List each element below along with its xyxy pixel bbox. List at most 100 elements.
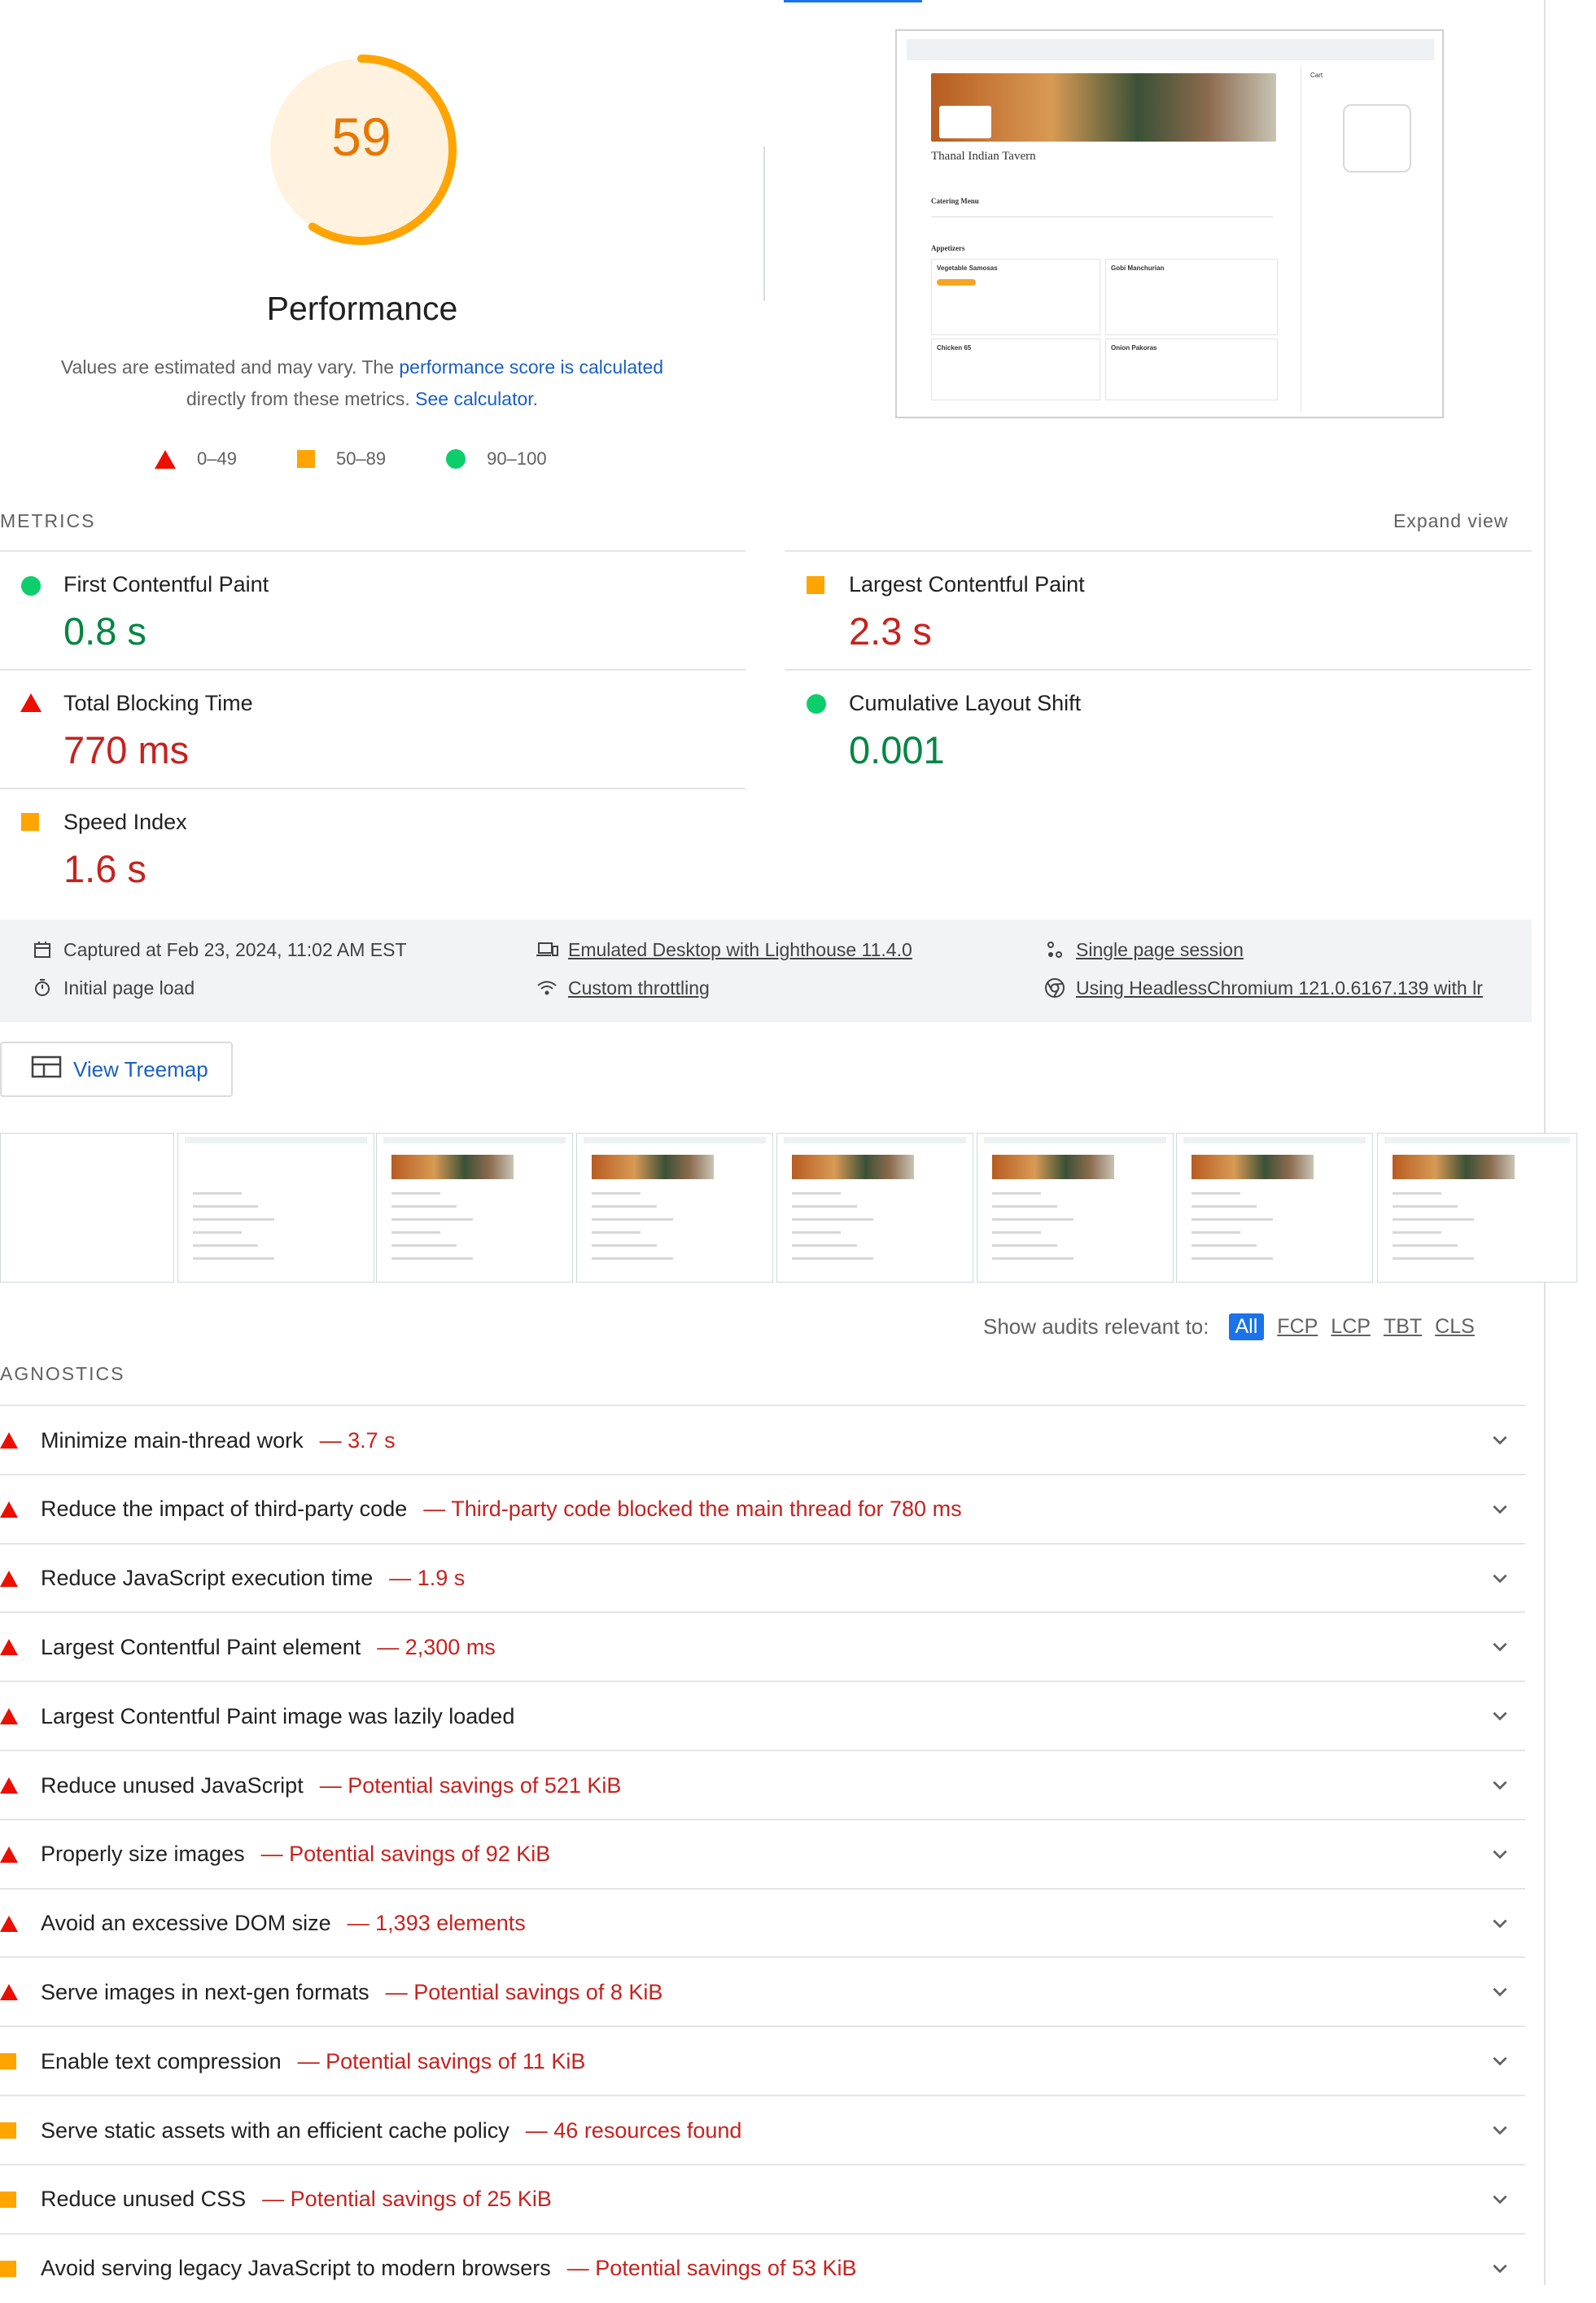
frame-text-line bbox=[193, 1244, 258, 1247]
frame-text-line bbox=[992, 1205, 1057, 1208]
frame-text-line bbox=[1393, 1231, 1441, 1234]
average-square-icon bbox=[807, 576, 824, 594]
frame-header bbox=[185, 1137, 367, 1143]
frame-text-line bbox=[391, 1218, 473, 1221]
chevron-down-icon[interactable] bbox=[1489, 1429, 1511, 1450]
chevron-down-icon[interactable] bbox=[1489, 1705, 1511, 1726]
frame-header bbox=[1384, 1137, 1570, 1143]
initial-page-load: Initial page load bbox=[31, 977, 195, 999]
active-tab-indicator bbox=[784, 0, 922, 2]
fail-triangle-icon bbox=[0, 1984, 18, 2001]
browser-version-text[interactable]: Using HeadlessChromium 121.0.6167.139 wi… bbox=[1076, 977, 1483, 999]
audit-detail: — Potential savings of 521 KiB bbox=[319, 1772, 622, 1798]
frame-text-line bbox=[193, 1205, 258, 1208]
frame-text-line bbox=[193, 1218, 274, 1221]
audit-filter-label: Show audits relevant to: bbox=[983, 1313, 1209, 1339]
audit-row[interactable]: Serve static assets with an efficient ca… bbox=[0, 2095, 1525, 2165]
custom-throttling-text[interactable]: Custom throttling bbox=[568, 977, 710, 999]
chevron-down-icon[interactable] bbox=[1489, 1567, 1511, 1589]
view-treemap-label[interactable]: View Treemap bbox=[73, 1057, 208, 1082]
audit-row[interactable]: Reduce unused CSS — Potential savings of … bbox=[0, 2163, 1525, 2234]
single-page-session[interactable]: Single page session bbox=[1043, 938, 1244, 961]
frame-text-line bbox=[1393, 1218, 1474, 1221]
chevron-down-icon[interactable] bbox=[1489, 1774, 1511, 1795]
metrics-divider bbox=[0, 550, 746, 552]
filter-fcp[interactable]: FCP bbox=[1277, 1315, 1318, 1339]
audit-detail: — Potential savings of 8 KiB bbox=[385, 1979, 663, 2004]
frame-hero-image bbox=[792, 1155, 914, 1179]
chevron-down-icon[interactable] bbox=[1489, 2257, 1511, 2279]
audit-row[interactable]: Properly size images — Potential savings … bbox=[0, 1818, 1525, 1889]
fcp-name: First Contentful Paint bbox=[63, 572, 269, 597]
timer-icon bbox=[31, 977, 54, 999]
frame-text-line bbox=[1192, 1231, 1240, 1234]
audit-row[interactable]: Avoid an excessive DOM size — 1,393 eleme… bbox=[0, 1887, 1525, 1958]
audit-row[interactable]: Reduce unused JavaScript — Potential savi… bbox=[0, 1750, 1525, 1820]
frame-hero-image bbox=[391, 1155, 514, 1179]
emulated-desktop-text[interactable]: Emulated Desktop with Lighthouse 11.4.0 bbox=[568, 939, 912, 961]
chevron-down-icon[interactable] bbox=[1489, 1912, 1511, 1934]
final-screenshot-thumbnail[interactable]: Thanal Indian Tavern Catering Menu Appet… bbox=[895, 29, 1444, 418]
audit-row[interactable]: Largest Contentful Paint image was lazil… bbox=[0, 1680, 1525, 1750]
audit-row[interactable]: Largest Contentful Paint element — 2,300 … bbox=[0, 1611, 1525, 1681]
expand-view-toggle[interactable]: Expand view bbox=[1393, 510, 1508, 532]
frame-text-line bbox=[992, 1244, 1057, 1247]
filter-all-chip[interactable]: All bbox=[1228, 1313, 1265, 1340]
audit-row[interactable]: Reduce the impact of third-party code — T… bbox=[0, 1473, 1525, 1544]
frame-text-line bbox=[193, 1257, 274, 1260]
calendar-icon bbox=[31, 938, 54, 961]
view-treemap-button[interactable]: View Treemap bbox=[0, 1042, 233, 1097]
chevron-down-icon[interactable] bbox=[1489, 1981, 1511, 2002]
see-calculator-link[interactable]: See calculator. bbox=[415, 388, 538, 409]
thumb-item-name: Gobi Manchurian bbox=[1111, 264, 1165, 272]
emulated-desktop[interactable]: Emulated Desktop with Lighthouse 11.4.0 bbox=[536, 938, 912, 961]
chevron-down-icon[interactable] bbox=[1489, 1636, 1511, 1657]
custom-throttling[interactable]: Custom throttling bbox=[536, 977, 710, 999]
fail-triangle-icon bbox=[0, 1846, 18, 1863]
audit-title: Reduce unused JavaScript bbox=[41, 1772, 304, 1798]
average-square-icon bbox=[21, 813, 39, 831]
audit-row[interactable]: Avoid serving legacy JavaScript to moder… bbox=[0, 2232, 1525, 2303]
thumb-item-name: Vegetable Samosas bbox=[937, 264, 998, 272]
tbt-value: 770 ms bbox=[63, 728, 190, 771]
browser-version[interactable]: Using HeadlessChromium 121.0.6167.139 wi… bbox=[1043, 977, 1483, 999]
audit-detail: — 1,393 elements bbox=[347, 1911, 526, 1936]
audit-row[interactable]: Reduce JavaScript execution time — 1.9 s bbox=[0, 1542, 1525, 1613]
chevron-down-icon[interactable] bbox=[1489, 2119, 1511, 2140]
filmstrip-frame-blank bbox=[0, 1133, 174, 1283]
performance-score: 59 bbox=[331, 107, 391, 167]
audit-row[interactable]: Enable text compression — Potential savin… bbox=[0, 2026, 1525, 2095]
average-square-icon bbox=[0, 2260, 18, 2277]
metrics-divider bbox=[785, 550, 1532, 552]
cls-value: 0.001 bbox=[849, 728, 945, 771]
thumb-header-bar bbox=[907, 39, 1434, 60]
audit-row[interactable]: Minimize main-thread work — 3.7 s bbox=[0, 1405, 1525, 1475]
audit-row[interactable]: Serve images in next-gen formats — Potent… bbox=[0, 1956, 1525, 2026]
frame-text-line bbox=[1393, 1192, 1441, 1195]
single-page-session-text[interactable]: Single page session bbox=[1076, 939, 1244, 961]
frame-text-line bbox=[792, 1218, 873, 1221]
frame-text-line bbox=[1192, 1218, 1273, 1221]
chevron-down-icon[interactable] bbox=[1489, 2050, 1511, 2071]
filter-lcp[interactable]: LCP bbox=[1331, 1315, 1371, 1339]
fail-triangle-icon bbox=[0, 1915, 18, 1932]
cls-name: Cumulative Layout Shift bbox=[849, 691, 1082, 715]
audit-detail: — 1.9 s bbox=[389, 1566, 466, 1591]
treemap-icon bbox=[31, 1055, 62, 1084]
fail-triangle-icon bbox=[155, 449, 176, 469]
filter-cls[interactable]: CLS bbox=[1435, 1315, 1475, 1339]
frame-hero-image bbox=[1393, 1155, 1515, 1179]
captured-at: Captured at Feb 23, 2024, 11:02 AM EST bbox=[31, 938, 407, 961]
score-calculated-link[interactable]: performance score is calculated bbox=[399, 356, 663, 378]
audit-detail: — Potential savings of 53 KiB bbox=[566, 2256, 857, 2281]
runtime-settings-bar bbox=[0, 920, 1532, 1022]
chevron-down-icon[interactable] bbox=[1489, 2188, 1511, 2209]
devices-icon bbox=[536, 938, 558, 961]
thumb-empty-cart-icon bbox=[1343, 104, 1411, 173]
score-legend: 0–49 50–89 90–100 bbox=[155, 444, 607, 474]
filter-tbt[interactable]: TBT bbox=[1384, 1315, 1422, 1339]
frame-text-line bbox=[193, 1192, 242, 1195]
chevron-down-icon[interactable] bbox=[1489, 1498, 1511, 1519]
frame-text-line bbox=[1192, 1205, 1257, 1208]
chevron-down-icon[interactable] bbox=[1489, 1843, 1511, 1864]
